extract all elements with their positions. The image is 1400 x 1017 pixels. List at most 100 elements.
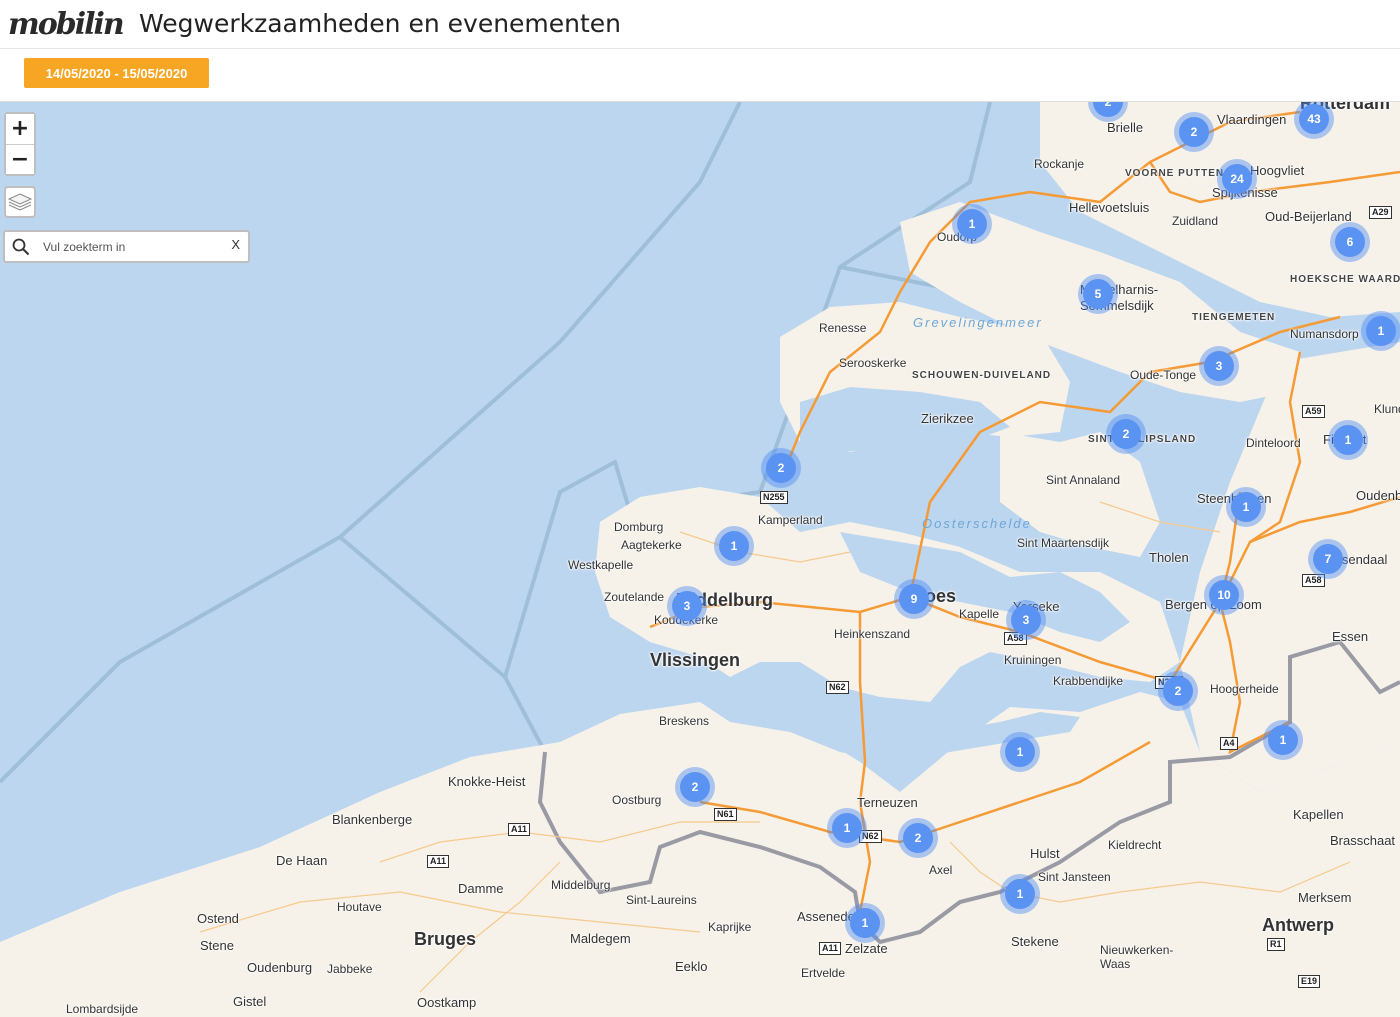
place-label: Westkapelle <box>568 558 634 572</box>
marker-cluster[interactable]: 2 <box>1158 671 1198 711</box>
marker-cluster[interactable]: 1 <box>1226 487 1266 527</box>
marker-cluster[interactable]: 1 <box>1361 311 1400 351</box>
marker-cluster[interactable]: 1 <box>1263 720 1303 760</box>
place-label: Maldegem <box>570 931 631 946</box>
cluster-count: 1 <box>850 908 880 938</box>
marker-cluster[interactable]: 2 <box>675 767 715 807</box>
search-icon[interactable] <box>12 238 30 256</box>
zoom-out-button[interactable]: − <box>6 144 34 174</box>
region-label: SCHOUWEN-DUIVELAND <box>912 370 1052 381</box>
marker-cluster[interactable]: 24 <box>1217 159 1257 199</box>
marker-cluster[interactable]: 3 <box>1199 346 1239 386</box>
date-range-button[interactable]: 14/05/2020 - 15/05/2020 <box>24 58 209 88</box>
place-label: Oudenbosch <box>1356 488 1400 503</box>
place-label: Renesse <box>819 321 867 335</box>
place-label: Breskens <box>659 714 710 728</box>
place-label: Rockanje <box>1034 157 1085 171</box>
cluster-count: 1 <box>1005 879 1035 909</box>
place-label: Damme <box>458 881 504 896</box>
zoom-in-button[interactable]: + <box>6 114 34 144</box>
place-label: Merksem <box>1298 890 1352 905</box>
region-label: TIENGEMETEN <box>1192 312 1276 323</box>
marker-cluster[interactable]: 5 <box>1078 274 1118 314</box>
road-shield: A11 <box>508 823 531 836</box>
cluster-count: 1 <box>1231 492 1261 522</box>
layers-button[interactable] <box>4 186 36 218</box>
place-label: Gistel <box>233 994 267 1009</box>
place-label: Sint Maartensdijk <box>1017 536 1110 550</box>
marker-cluster[interactable]: 1 <box>714 526 754 566</box>
place-label: Kruiningen <box>1004 653 1062 667</box>
road-shield: E19 <box>1298 975 1321 988</box>
marker-cluster[interactable]: 3 <box>667 586 707 626</box>
region-label: HOEKSCHE WAARD <box>1290 274 1400 285</box>
marker-cluster[interactable]: 2 <box>898 818 938 858</box>
place-label: Hulst <box>1030 846 1060 861</box>
road-shield: A11 <box>819 942 842 955</box>
place-label: Heinkenszand <box>834 627 911 641</box>
cluster-count: 3 <box>672 591 702 621</box>
place-label: Brasschaat <box>1330 833 1396 848</box>
cluster-count: 1 <box>1366 316 1396 346</box>
page-title: Wegwerkzaamheden en evenementen <box>139 9 622 38</box>
place-label: Hellevoetsluis <box>1069 200 1150 215</box>
place-label: Houtave <box>337 900 382 914</box>
water-label: Grevelingenmeer <box>913 315 1043 330</box>
search-input[interactable] <box>43 236 213 258</box>
mobilin-logo[interactable]: mobilin <box>8 7 125 42</box>
clear-search-button[interactable]: X <box>231 237 240 252</box>
place-label: Vlaardingen <box>1217 112 1287 127</box>
place-label: Oud-Beijerland <box>1265 209 1352 224</box>
place-label: Vlissingen <box>650 650 741 670</box>
road-shield: A4 <box>1220 737 1238 750</box>
marker-cluster[interactable]: 2 <box>1106 414 1146 454</box>
place-label: Jabbeke <box>327 962 373 976</box>
cluster-count: 43 <box>1299 104 1329 134</box>
cluster-count: 1 <box>832 813 862 843</box>
place-label: Nieuwkerken-Waas <box>1100 943 1174 971</box>
marker-cluster[interactable]: 1 <box>1000 732 1040 772</box>
cluster-count: 1 <box>957 209 987 239</box>
place-label: Zelzate <box>845 941 888 956</box>
place-label: Ertvelde <box>801 966 846 980</box>
place-label: Oostkamp <box>417 995 477 1010</box>
marker-cluster[interactable]: 1 <box>1328 420 1368 460</box>
cluster-count: 2 <box>766 453 796 483</box>
cluster-count: 1 <box>719 531 749 561</box>
place-label: Kieldrecht <box>1108 838 1162 852</box>
place-label: Dinteloord <box>1246 436 1301 450</box>
marker-cluster[interactable]: 1 <box>1000 874 1040 914</box>
cluster-count: 2 <box>1093 102 1123 117</box>
marker-cluster[interactable]: 3 <box>1006 600 1046 640</box>
filter-bar: 14/05/2020 - 15/05/2020 <box>0 49 1400 102</box>
place-label: Hoogvliet <box>1250 163 1305 178</box>
marker-cluster[interactable]: 6 <box>1330 222 1370 262</box>
cluster-count: 6 <box>1335 227 1365 257</box>
place-label: Sint Annaland <box>1046 473 1121 487</box>
cluster-count: 3 <box>1011 605 1041 635</box>
place-label: Krabbendijke <box>1053 674 1124 688</box>
map-view[interactable]: Brielle Vlaardingen Rotterdam Rockanje V… <box>0 102 1400 1017</box>
place-label: Oudenburg <box>247 960 313 975</box>
map-search-box: X <box>3 230 250 263</box>
marker-cluster[interactable]: 7 <box>1308 539 1348 579</box>
place-label: Kapelle <box>959 607 1000 621</box>
marker-cluster[interactable]: 1 <box>952 204 992 244</box>
marker-cluster[interactable]: 1 <box>827 808 867 848</box>
place-label: Kamperland <box>758 513 823 527</box>
cluster-count: 2 <box>903 823 933 853</box>
marker-cluster[interactable]: 2 <box>1174 112 1214 152</box>
marker-cluster[interactable]: 9 <box>894 579 934 619</box>
cluster-count: 1 <box>1333 425 1363 455</box>
marker-cluster[interactable]: 2 <box>761 448 801 488</box>
app-header: mobilin Wegwerkzaamheden en evenementen <box>0 0 1400 49</box>
road-shield: A59 <box>1302 405 1325 418</box>
logo-text: mobilin <box>8 7 125 42</box>
road-shield: N61 <box>714 808 737 821</box>
cluster-count: 9 <box>899 584 929 614</box>
place-label: Terneuzen <box>857 795 918 810</box>
cluster-count: 24 <box>1222 164 1252 194</box>
place-label: Stekene <box>1011 934 1059 949</box>
marker-cluster[interactable]: 10 <box>1204 575 1244 615</box>
marker-cluster[interactable]: 1 <box>845 903 885 943</box>
